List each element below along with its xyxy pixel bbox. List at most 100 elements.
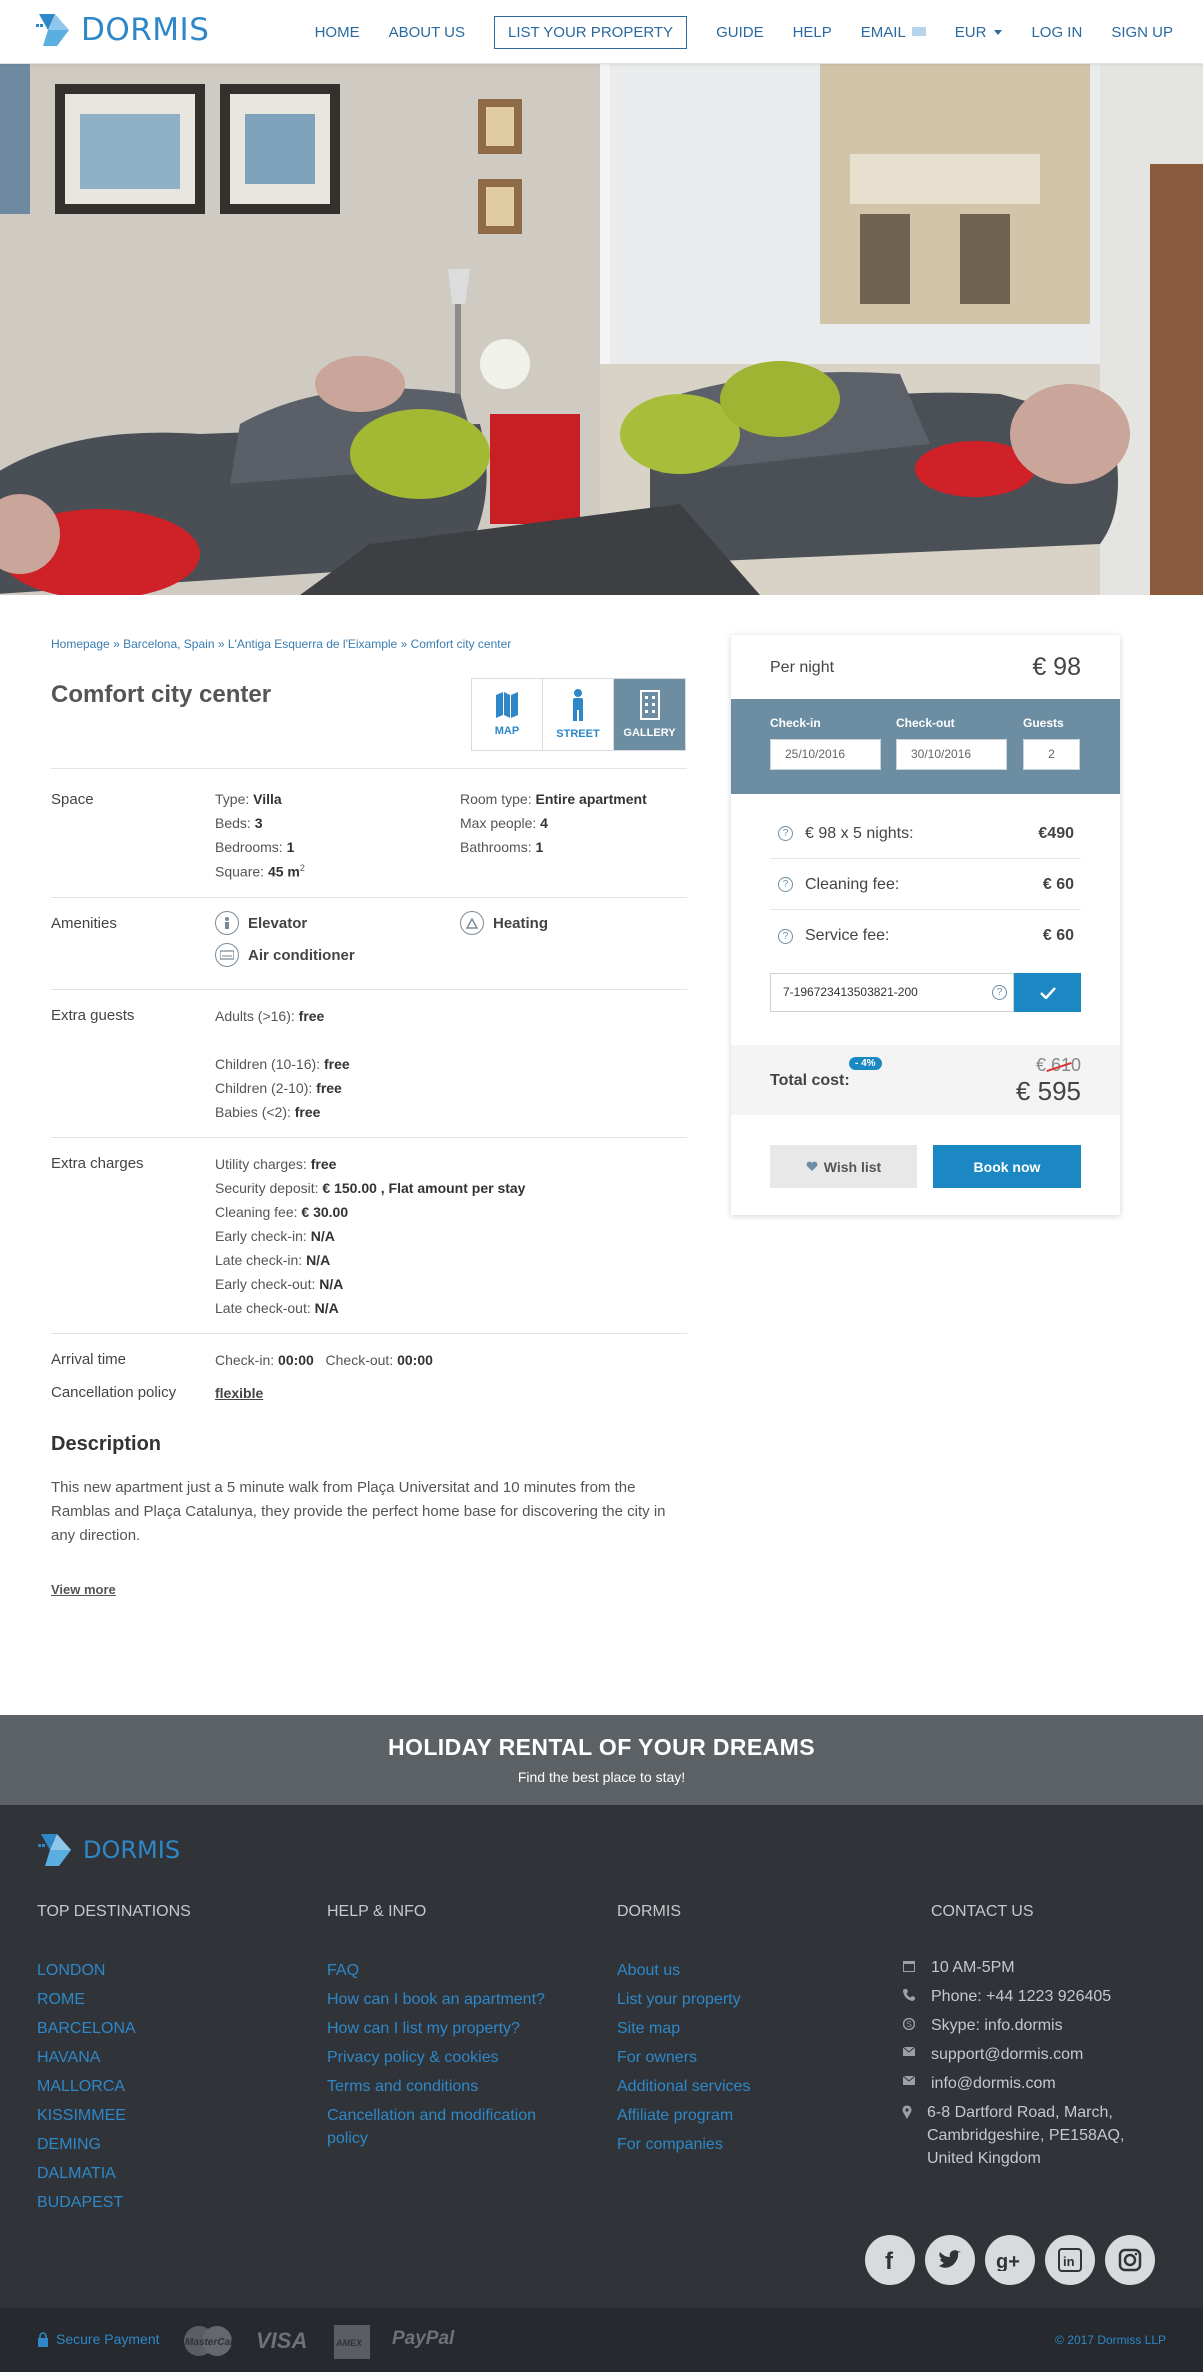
dormis-link[interactable]: For companies: [617, 2130, 750, 2159]
space-type: Type: Villa: [215, 791, 282, 807]
contact-hours: 10 AM-5PM: [902, 1956, 1152, 1979]
guests-children-value: free: [316, 1080, 342, 1096]
amex-logo: AMEX: [334, 2325, 370, 2365]
tab-street[interactable]: STREET: [543, 679, 614, 750]
site-logo[interactable]: DORMIS: [35, 12, 209, 48]
gallery-icon: [639, 690, 660, 720]
contact-address-text: 6-8 Dartford Road, March, Cambridgeshire…: [927, 2104, 1125, 2167]
dormis-link[interactable]: Additional services: [617, 2072, 750, 2101]
destination-link[interactable]: LONDON: [37, 1956, 191, 1985]
checkin-label: Check-in: [770, 716, 821, 730]
view-tabs: MAP STREET GALLERY: [471, 678, 686, 751]
currency-dropdown[interactable]: EUR: [955, 16, 1003, 49]
contact-email-support-link[interactable]: support@dormis.com: [931, 2043, 1083, 2066]
wish-list-button[interactable]: Wish list: [770, 1145, 917, 1188]
help-icon[interactable]: ?: [778, 877, 793, 892]
guests-field[interactable]: 2: [1023, 739, 1080, 770]
help-link[interactable]: How can I list my property?: [327, 2014, 567, 2043]
charge-early-checkin: Early check-in: N/A: [215, 1228, 335, 1244]
tab-gallery[interactable]: GALLERY: [614, 679, 685, 750]
destination-link[interactable]: DEMING: [37, 2130, 191, 2159]
arrival-times: Check-in: 00:00 Check-out: 00:00: [215, 1352, 433, 1368]
footer-logo[interactable]: DORMIS: [37, 1832, 180, 1868]
dormis-link[interactable]: List your property: [617, 1985, 750, 2014]
destination-link[interactable]: HAVANA: [37, 2043, 191, 2072]
guests-adults-value: free: [298, 1008, 325, 1024]
destination-link[interactable]: MALLORCA: [37, 2072, 191, 2101]
dormis-link[interactable]: Site map: [617, 2014, 750, 2043]
space-room-type: Room type: Entire apartment: [460, 791, 647, 807]
secure-payment: Secure Payment: [37, 2331, 160, 2347]
dormis-link[interactable]: Affiliate program: [617, 2101, 750, 2130]
help-link[interactable]: Privacy policy & cookies: [327, 2043, 567, 2072]
space-label: Space: [51, 791, 94, 808]
dormis-link[interactable]: About us: [617, 1956, 750, 1985]
facebook-icon[interactable]: f: [865, 2235, 915, 2285]
destination-link[interactable]: KISSIMMEE: [37, 2101, 191, 2130]
google-plus-icon[interactable]: g+: [985, 2235, 1035, 2285]
nav-home[interactable]: HOME: [315, 16, 360, 49]
apply-coupon-button[interactable]: [1014, 973, 1081, 1012]
tab-map[interactable]: MAP: [472, 679, 543, 750]
breadcrumb-area[interactable]: L'Antiga Esquerra de l'Eixample: [228, 637, 397, 651]
checkin-field[interactable]: 25/10/2016: [770, 739, 881, 770]
per-night-price: € 98: [1032, 653, 1081, 681]
destination-link[interactable]: DALMATIA: [37, 2159, 191, 2188]
breadcrumb-home[interactable]: Homepage: [51, 637, 110, 651]
tab-street-label: STREET: [556, 728, 600, 740]
instagram-icon[interactable]: [1105, 2235, 1155, 2285]
new-total-price: € 595: [1015, 1076, 1081, 1106]
coupon-input[interactable]: 7-196723413503821-200 ?: [770, 973, 1014, 1012]
nav-login[interactable]: LOG IN: [1031, 16, 1082, 49]
amenity-air-conditioner-label: Air conditioner: [248, 946, 355, 964]
charge-utility-key: Utility charges:: [215, 1156, 307, 1172]
fee-nights-label: € 98 x 5 nights:: [805, 824, 914, 842]
arrival-checkout-value: 00:00: [397, 1352, 433, 1368]
cancellation-policy-link[interactable]: flexible: [215, 1385, 263, 1401]
footer-help: HELP & INFO FAQ How can I book an apartm…: [327, 1903, 567, 2150]
nav-help[interactable]: HELP: [793, 16, 832, 49]
help-link[interactable]: FAQ: [327, 1956, 567, 1985]
help-icon[interactable]: ?: [778, 826, 793, 841]
mastercard-text: MasterCard: [185, 2337, 234, 2348]
twitter-icon[interactable]: [925, 2235, 975, 2285]
nav-list-property-button[interactable]: LIST YOUR PROPERTY: [494, 16, 688, 49]
help-icon[interactable]: ?: [992, 985, 1007, 1000]
nav-guide[interactable]: GUIDE: [716, 16, 764, 49]
dormis-link[interactable]: For owners: [617, 2043, 750, 2072]
nav-signup[interactable]: SIGN UP: [1111, 16, 1173, 49]
destination-link[interactable]: ROME: [37, 1985, 191, 2014]
page-title: Comfort city center: [51, 681, 272, 708]
listing-hero-photo[interactable]: [0, 64, 1203, 595]
help-link[interactable]: Terms and conditions: [327, 2072, 567, 2101]
charge-early-checkout-key: Early check-out:: [215, 1276, 316, 1292]
breadcrumb-current[interactable]: Comfort city center: [411, 637, 512, 651]
lock-icon: [38, 2331, 48, 2347]
charge-early-checkin-value: N/A: [310, 1228, 335, 1244]
wish-list-label: Wish list: [823, 1158, 882, 1175]
footer-contact-heading: CONTACT US: [931, 1903, 1034, 1920]
fee-nights-value: €490: [1038, 824, 1074, 842]
nav-email[interactable]: EMAIL: [861, 16, 926, 49]
destination-link[interactable]: BARCELONA: [37, 2014, 191, 2043]
view-more-link[interactable]: View more: [51, 1582, 116, 1597]
charge-late-checkout: Late check-out: N/A: [215, 1300, 339, 1316]
nav-about[interactable]: ABOUT US: [389, 16, 465, 49]
contact-phone-text: Phone: +44 1223 926405: [931, 1988, 1112, 2005]
checkout-field[interactable]: 30/10/2016: [896, 739, 1007, 770]
contact-skype-text: Skype: info.dormis: [931, 2017, 1063, 2034]
linkedin-icon[interactable]: in: [1045, 2235, 1095, 2285]
arrival-checkin-key: Check-in:: [215, 1352, 275, 1368]
help-link[interactable]: How can I book an apartment?: [327, 1985, 567, 2014]
contact-email-info-link[interactable]: info@dormis.com: [931, 2072, 1056, 2095]
book-now-button[interactable]: Book now: [933, 1145, 1081, 1188]
fee-service: ? Service fee: € 60: [770, 911, 1081, 961]
help-icon[interactable]: ?: [778, 928, 793, 944]
breadcrumb-separator: »: [400, 637, 408, 651]
destination-link[interactable]: BUDAPEST: [37, 2188, 191, 2217]
mastercard-logo: MasterCard: [182, 2325, 241, 2363]
guests-adults: Adults (>16): free: [215, 1008, 324, 1024]
arrival-label: Arrival time: [51, 1351, 127, 1368]
help-link[interactable]: Cancellation and modification policy: [327, 2101, 567, 2150]
breadcrumb-city[interactable]: Barcelona, Spain: [123, 637, 214, 651]
